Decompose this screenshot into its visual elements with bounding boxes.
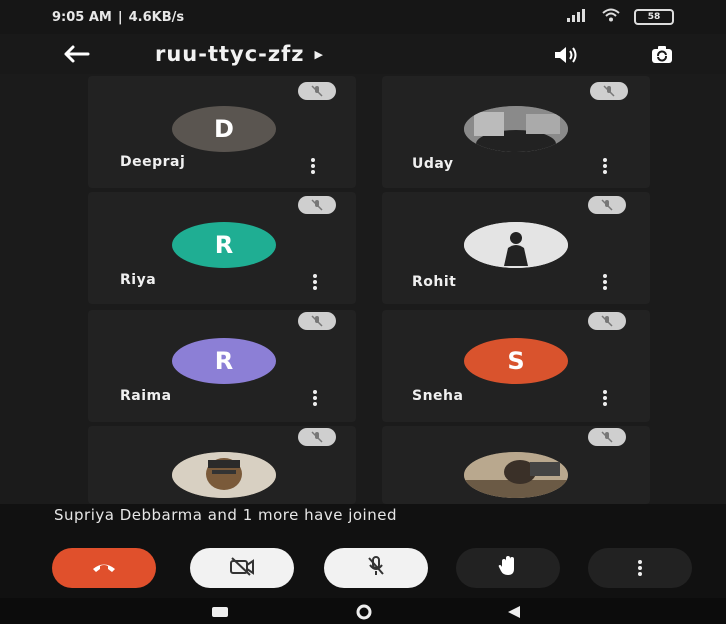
call-controls — [0, 534, 726, 598]
participant-name: Uday — [412, 156, 454, 172]
status-bar: 9:05 AM | 4.6KB/s 58 — [0, 0, 726, 34]
participant-tile[interactable]: D Deepraj — [88, 76, 356, 188]
avatar-initial: S — [507, 347, 525, 375]
camera-off-icon — [228, 556, 256, 580]
mic-off-icon — [588, 428, 626, 446]
avatar: R — [172, 338, 276, 384]
join-notification: Supriya Debbarma and 1 more have joined — [54, 506, 397, 524]
mic-off-icon — [298, 196, 336, 214]
more-vert-icon — [635, 558, 645, 578]
participant-name: Deepraj — [120, 154, 186, 170]
avatar: S — [464, 338, 568, 384]
mic-off-icon — [365, 555, 387, 581]
system-nav-bar — [0, 598, 726, 624]
avatar: D — [172, 106, 276, 152]
status-network-speed: 4.6KB/s — [128, 9, 185, 25]
participant-tile[interactable]: S Sneha — [382, 310, 650, 422]
participant-name: Sneha — [412, 388, 464, 404]
avatar — [464, 452, 568, 498]
more-vert-icon[interactable] — [600, 272, 610, 292]
participant-tile[interactable]: R Riya — [88, 192, 356, 304]
raise-hand-icon — [497, 555, 519, 581]
participant-tile[interactable]: R Raima — [88, 310, 356, 422]
nav-home-icon[interactable] — [352, 604, 376, 620]
participant-grid: D Deepraj Uday R Riya Rohit R Raima S Sn… — [0, 74, 726, 504]
more-vert-icon[interactable] — [308, 156, 318, 176]
battery-icon: 58 — [634, 9, 674, 25]
app-bar: ruu-ttyc-zfz ▶ — [0, 34, 726, 74]
participant-tile[interactable] — [88, 426, 356, 504]
participant-name: Rohit — [412, 274, 457, 290]
camera-switch-icon[interactable] — [644, 40, 680, 70]
back-arrow-icon[interactable] — [58, 39, 94, 69]
mic-off-icon — [298, 428, 336, 446]
status-time: 9:05 AM — [52, 9, 112, 25]
end-call-icon — [91, 559, 117, 578]
participant-tile[interactable]: Rohit — [382, 192, 650, 304]
camera-toggle-button[interactable] — [190, 548, 294, 588]
end-call-button[interactable] — [52, 548, 156, 588]
participant-name: Raima — [120, 388, 172, 404]
avatar — [464, 222, 568, 268]
meeting-code-title[interactable]: ruu-ttyc-zfz ▶ — [155, 42, 324, 66]
battery-level: 58 — [647, 12, 661, 22]
more-vert-icon[interactable] — [310, 388, 320, 408]
mic-toggle-button[interactable] — [324, 548, 428, 588]
more-vert-icon[interactable] — [600, 388, 610, 408]
avatar — [464, 106, 568, 152]
mic-off-icon — [588, 196, 626, 214]
avatar-initial: D — [214, 115, 234, 143]
avatar-initial: R — [214, 347, 234, 375]
mic-off-icon — [298, 82, 336, 100]
raise-hand-button[interactable] — [456, 548, 560, 588]
mic-off-icon — [590, 82, 628, 100]
participant-tile[interactable]: Uday — [382, 76, 650, 188]
more-vert-icon[interactable] — [310, 272, 320, 292]
nav-back-icon[interactable] — [502, 604, 526, 620]
more-vert-icon[interactable] — [600, 156, 610, 176]
more-options-button[interactable] — [588, 548, 692, 588]
wifi-icon — [602, 8, 620, 26]
participant-tile[interactable] — [382, 426, 650, 504]
mic-off-icon — [298, 312, 336, 330]
speaker-icon[interactable] — [548, 40, 584, 70]
mic-off-icon — [588, 312, 626, 330]
avatar: R — [172, 222, 276, 268]
avatar — [172, 452, 276, 498]
meeting-code: ruu-ttyc-zfz — [155, 42, 305, 66]
avatar-initial: R — [214, 231, 234, 259]
signal-icon — [566, 8, 588, 26]
participant-name: Riya — [120, 272, 157, 288]
play-arrow-icon: ▶ — [314, 47, 324, 61]
nav-recents-icon[interactable] — [208, 604, 232, 620]
